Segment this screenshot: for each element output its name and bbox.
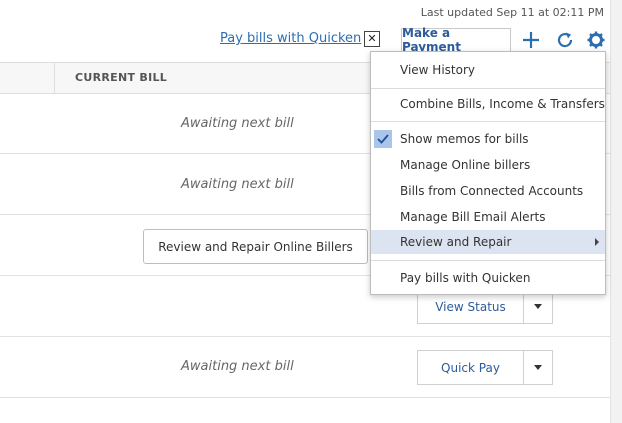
- menu-item-pay-bills-quicken[interactable]: Pay bills with Quicken: [371, 266, 605, 290]
- refresh-button[interactable]: [553, 28, 577, 52]
- menu-separator: [371, 88, 605, 89]
- menu-item-view-history[interactable]: View History: [371, 58, 605, 82]
- row-divider: [0, 397, 610, 398]
- chevron-down-icon: [534, 365, 542, 370]
- close-quicken-link-button[interactable]: ✕: [364, 31, 380, 47]
- menu-item-label: Review and Repair: [400, 235, 512, 249]
- chevron-down-icon: [534, 304, 542, 309]
- gear-icon: [587, 31, 605, 49]
- menu-separator: [371, 260, 605, 261]
- row-divider: [0, 336, 610, 337]
- submenu-arrow-icon: [595, 238, 599, 246]
- menu-separator: [371, 121, 605, 122]
- row-5-status: Awaiting next bill: [181, 359, 294, 374]
- menu-item-connected-accounts[interactable]: Bills from Connected Accounts: [371, 179, 605, 203]
- quick-pay-split-button: Quick Pay: [417, 350, 553, 385]
- settings-dropdown-menu: View History Combine Bills, Income & Tra…: [370, 51, 606, 295]
- checkmark-icon: [374, 130, 392, 148]
- quick-pay-dropdown[interactable]: [523, 351, 552, 384]
- pay-bills-quicken-link[interactable]: Pay bills with Quicken: [220, 31, 361, 46]
- column-current-bill[interactable]: CURRENT BILL: [75, 71, 167, 84]
- settings-button[interactable]: [584, 28, 608, 52]
- menu-item-label: Show memos for bills: [400, 132, 529, 146]
- menu-item-review-repair[interactable]: Review and Repair: [371, 230, 605, 254]
- row-1-status: Awaiting next bill: [181, 116, 294, 131]
- menu-item-combine-bills[interactable]: Combine Bills, Income & Transfers: [371, 92, 605, 116]
- menu-item-email-alerts[interactable]: Manage Bill Email Alerts: [371, 205, 605, 229]
- row-2-status: Awaiting next bill: [181, 177, 294, 192]
- page-scrollbar[interactable]: [610, 0, 622, 423]
- add-button[interactable]: [519, 28, 543, 52]
- quick-pay-button[interactable]: Quick Pay: [418, 351, 523, 384]
- menu-item-manage-online-billers[interactable]: Manage Online billers: [371, 153, 605, 177]
- make-payment-button[interactable]: Make a Payment: [401, 26, 511, 54]
- close-icon: ✕: [367, 32, 377, 45]
- column-divider[interactable]: [54, 63, 55, 93]
- review-repair-online-billers-button[interactable]: Review and Repair Online Billers: [143, 229, 368, 264]
- refresh-icon: [557, 32, 573, 48]
- menu-item-show-memos[interactable]: Show memos for bills: [371, 127, 605, 151]
- last-updated-text: Last updated Sep 11 at 02:11 PM: [420, 6, 604, 19]
- plus-icon: [523, 32, 539, 48]
